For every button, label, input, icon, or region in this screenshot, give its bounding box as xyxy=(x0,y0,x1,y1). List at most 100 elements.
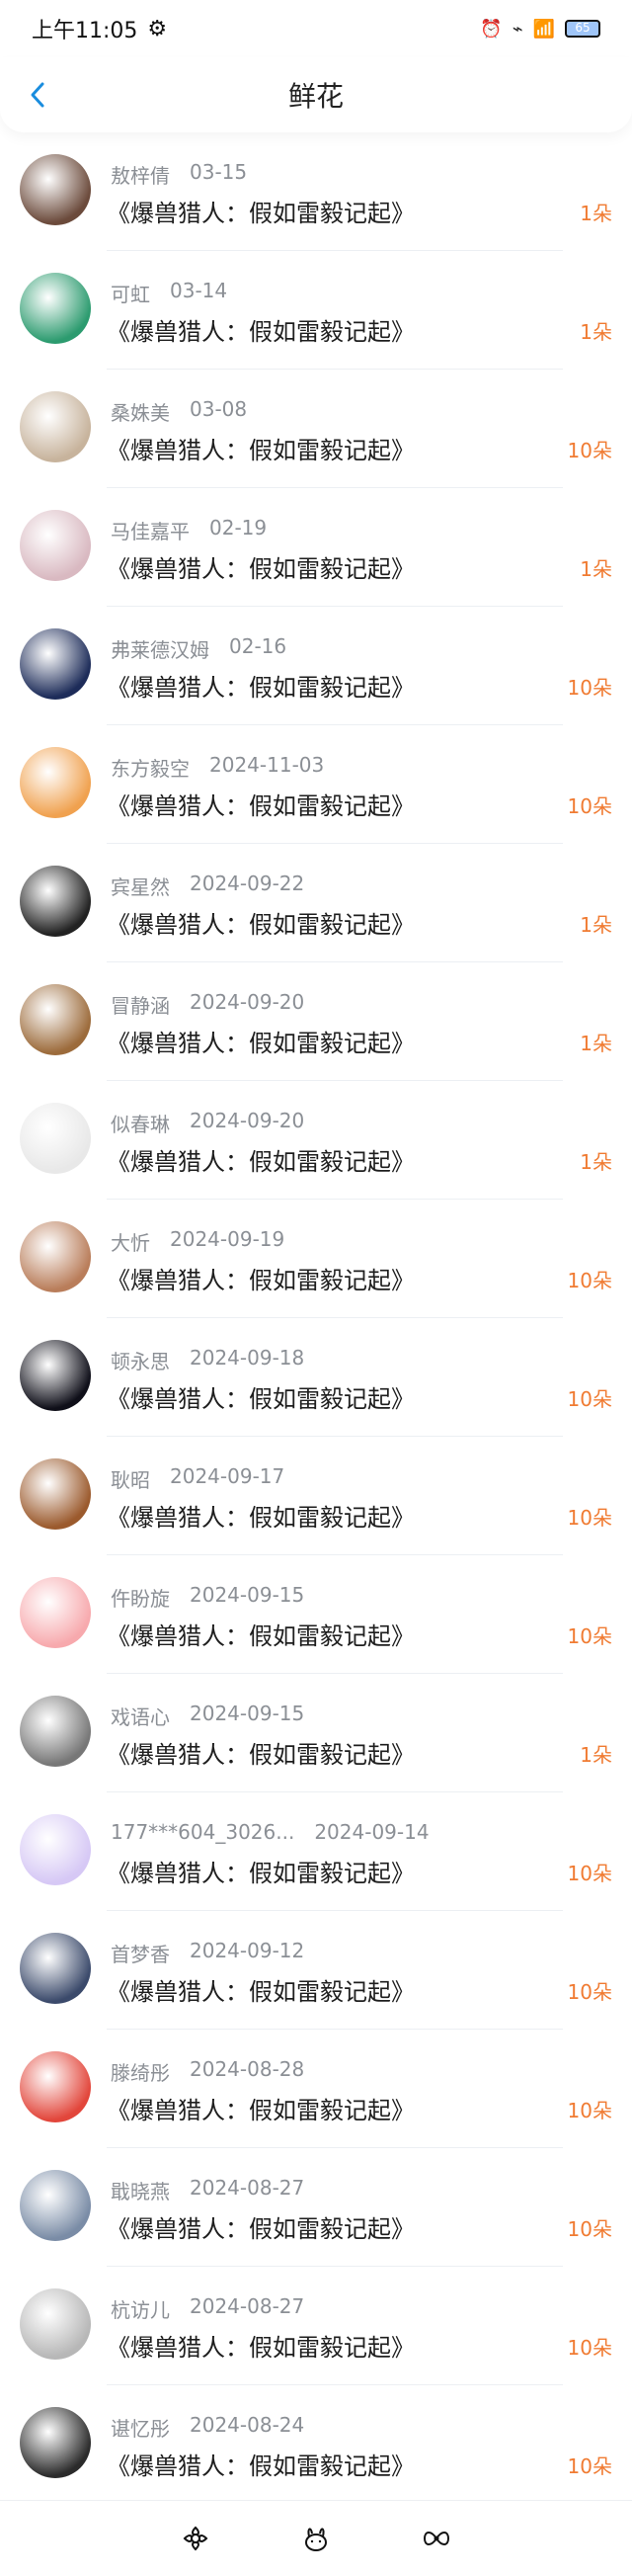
list-item[interactable]: 宾星然 2024-09-22 《爆兽猎人：假如雷毅记起》 1朵 xyxy=(0,844,632,962)
user-name: 谌忆彤 xyxy=(111,2417,170,2441)
avatar[interactable] xyxy=(20,1696,91,1767)
avatar[interactable] xyxy=(20,2288,91,2360)
gift-date: 2024-09-17 xyxy=(170,1464,285,1488)
list-item[interactable]: 似春琳 2024-09-20 《爆兽猎人：假如雷毅记起》 1朵 xyxy=(0,1081,632,1200)
user-name: 杭访儿 xyxy=(111,2298,170,2322)
list-item[interactable]: 杭访儿 2024-08-27 《爆兽猎人：假如雷毅记起》 10朵 xyxy=(0,2267,632,2385)
list-item[interactable]: 东方毅空 2024-11-03 《爆兽猎人：假如雷毅记起》 10朵 xyxy=(0,725,632,844)
flower-count: 1朵 xyxy=(580,202,612,225)
list-item[interactable]: 谌忆彤 2024-08-24 《爆兽猎人：假如雷毅记起》 10朵 xyxy=(0,2385,632,2504)
list-item[interactable]: 顿永思 2024-09-18 《爆兽猎人：假如雷毅记起》 10朵 xyxy=(0,1318,632,1437)
item-meta: 仵盼旋 2024-09-15 xyxy=(111,1583,304,1612)
user-name: 桑姝美 xyxy=(111,401,170,425)
avatar[interactable] xyxy=(20,391,91,462)
item-meta: 弗莱德汉姆 02-16 xyxy=(111,634,286,663)
flower-count: 1朵 xyxy=(580,913,612,937)
avatar[interactable] xyxy=(20,1458,91,1530)
status-time: 上午11:05 xyxy=(32,19,138,43)
item-meta: 东方毅空 2024-11-03 xyxy=(111,753,324,782)
gift-date: 2024-09-20 xyxy=(190,990,305,1014)
gift-date: 2024-09-12 xyxy=(190,1939,305,1962)
book-title: 《爆兽猎人：假如雷毅记起》 xyxy=(107,1385,415,1413)
avatar[interactable] xyxy=(20,747,91,818)
list-item[interactable]: 戢晓燕 2024-08-27 《爆兽猎人：假如雷毅记起》 10朵 xyxy=(0,2148,632,2267)
avatar[interactable] xyxy=(20,1103,91,1174)
item-meta: 177***604_3026... 2024-09-14 xyxy=(111,1820,430,1844)
user-name: 177***604_3026... xyxy=(111,1820,295,1844)
avatar[interactable] xyxy=(20,1933,91,2004)
avatar[interactable] xyxy=(20,1221,91,1292)
avatar[interactable] xyxy=(20,1577,91,1648)
avatar[interactable] xyxy=(20,1340,91,1411)
book-title: 《爆兽猎人：假如雷毅记起》 xyxy=(107,1030,415,1057)
avatar[interactable] xyxy=(20,2407,91,2478)
book-title: 《爆兽猎人：假如雷毅记起》 xyxy=(107,1267,415,1294)
book-title: 《爆兽猎人：假如雷毅记起》 xyxy=(107,2215,415,2243)
avatar[interactable] xyxy=(20,1814,91,1885)
flower-count: 10朵 xyxy=(567,1387,612,1411)
flower-count: 1朵 xyxy=(580,1032,612,1055)
book-title: 《爆兽猎人：假如雷毅记起》 xyxy=(107,2097,415,2124)
avatar[interactable] xyxy=(20,628,91,700)
gift-date: 2024-09-22 xyxy=(190,872,305,895)
item-meta: 敖梓倩 03-15 xyxy=(111,160,247,189)
user-name: 戏语心 xyxy=(111,1705,170,1729)
avatar[interactable] xyxy=(20,2051,91,2122)
list-item[interactable]: 可虹 03-14 《爆兽猎人：假如雷毅记起》 1朵 xyxy=(0,251,632,370)
item-meta: 顿永思 2024-09-18 xyxy=(111,1346,304,1374)
item-meta: 戏语心 2024-09-15 xyxy=(111,1702,304,1730)
list-item[interactable]: 桑姝美 03-08 《爆兽猎人：假如雷毅记起》 10朵 xyxy=(0,370,632,488)
list-item[interactable]: 滕绮彤 2024-08-28 《爆兽猎人：假如雷毅记起》 10朵 xyxy=(0,2030,632,2148)
flower-count: 10朵 xyxy=(567,1506,612,1530)
book-title: 《爆兽猎人：假如雷毅记起》 xyxy=(107,318,415,346)
gift-date: 2024-11-03 xyxy=(209,753,325,777)
item-meta: 桑姝美 03-08 xyxy=(111,397,247,426)
status-right: ⏰ ⌁ 📶 65 xyxy=(480,19,600,40)
list-item[interactable]: 177***604_3026... 2024-09-14 《爆兽猎人：假如雷毅记起》… xyxy=(0,1792,632,1911)
avatar[interactable] xyxy=(20,154,91,225)
notification-icon: ⚙ xyxy=(147,16,168,42)
battery-level: 65 xyxy=(575,21,591,35)
book-title: 《爆兽猎人：假如雷毅记起》 xyxy=(107,2452,415,2480)
user-name: 仵盼旋 xyxy=(111,1587,170,1611)
item-meta: 首梦香 2024-09-12 xyxy=(111,1939,304,1967)
flower-icon[interactable] xyxy=(180,2523,211,2554)
list-item[interactable]: 冒静涵 2024-09-20 《爆兽猎人：假如雷毅记起》 1朵 xyxy=(0,962,632,1081)
user-name: 弗莱德汉姆 xyxy=(111,638,209,662)
book-title: 《爆兽猎人：假如雷毅记起》 xyxy=(107,555,415,583)
user-name: 东方毅空 xyxy=(111,757,190,781)
flower-count: 10朵 xyxy=(567,2336,612,2360)
book-title: 《爆兽猎人：假如雷毅记起》 xyxy=(107,792,415,820)
status-left: 上午11:05 ⚙ xyxy=(32,13,167,44)
book-title: 《爆兽猎人：假如雷毅记起》 xyxy=(107,1504,415,1532)
item-meta: 滕绮彤 2024-08-28 xyxy=(111,2057,304,2086)
list-item[interactable]: 耿昭 2024-09-17 《爆兽猎人：假如雷毅记起》 10朵 xyxy=(0,1437,632,1555)
list-item[interactable]: 敖梓倩 03-15 《爆兽猎人：假如雷毅记起》 1朵 xyxy=(0,132,632,251)
list-item[interactable]: 戏语心 2024-09-15 《爆兽猎人：假如雷毅记起》 1朵 xyxy=(0,1674,632,1792)
avatar[interactable] xyxy=(20,273,91,344)
list-item[interactable]: 大忻 2024-09-19 《爆兽猎人：假如雷毅记起》 10朵 xyxy=(0,1200,632,1318)
flower-count: 10朵 xyxy=(567,1862,612,1885)
flower-count: 10朵 xyxy=(567,676,612,700)
flower-count: 10朵 xyxy=(567,2217,612,2241)
vibrate-icon: ⌁ xyxy=(512,18,523,40)
flower-count: 10朵 xyxy=(567,2099,612,2122)
avatar[interactable] xyxy=(20,866,91,937)
avatar[interactable] xyxy=(20,510,91,581)
gift-date: 2024-08-27 xyxy=(190,2176,305,2200)
flower-count: 1朵 xyxy=(580,557,612,581)
bunny-icon[interactable] xyxy=(300,2523,332,2554)
list-item[interactable]: 马佳嘉平 02-19 《爆兽猎人：假如雷毅记起》 1朵 xyxy=(0,488,632,607)
gift-date: 2024-09-14 xyxy=(314,1820,430,1844)
item-meta: 杭访儿 2024-08-27 xyxy=(111,2294,304,2323)
bow-icon[interactable] xyxy=(421,2523,452,2554)
gift-list: 敖梓倩 03-15 《爆兽猎人：假如雷毅记起》 1朵 可虹 03-14 《爆兽猎人：假如雷毅… xyxy=(0,132,632,2504)
list-item[interactable]: 弗莱德汉姆 02-16 《爆兽猎人：假如雷毅记起》 10朵 xyxy=(0,607,632,725)
avatar[interactable] xyxy=(20,984,91,1055)
item-meta: 戢晓燕 2024-08-27 xyxy=(111,2176,304,2204)
gift-date: 2024-09-20 xyxy=(190,1109,305,1132)
avatar[interactable] xyxy=(20,2170,91,2241)
list-item[interactable]: 首梦香 2024-09-12 《爆兽猎人：假如雷毅记起》 10朵 xyxy=(0,1911,632,2030)
item-meta: 谌忆彤 2024-08-24 xyxy=(111,2413,304,2442)
list-item[interactable]: 仵盼旋 2024-09-15 《爆兽猎人：假如雷毅记起》 10朵 xyxy=(0,1555,632,1674)
